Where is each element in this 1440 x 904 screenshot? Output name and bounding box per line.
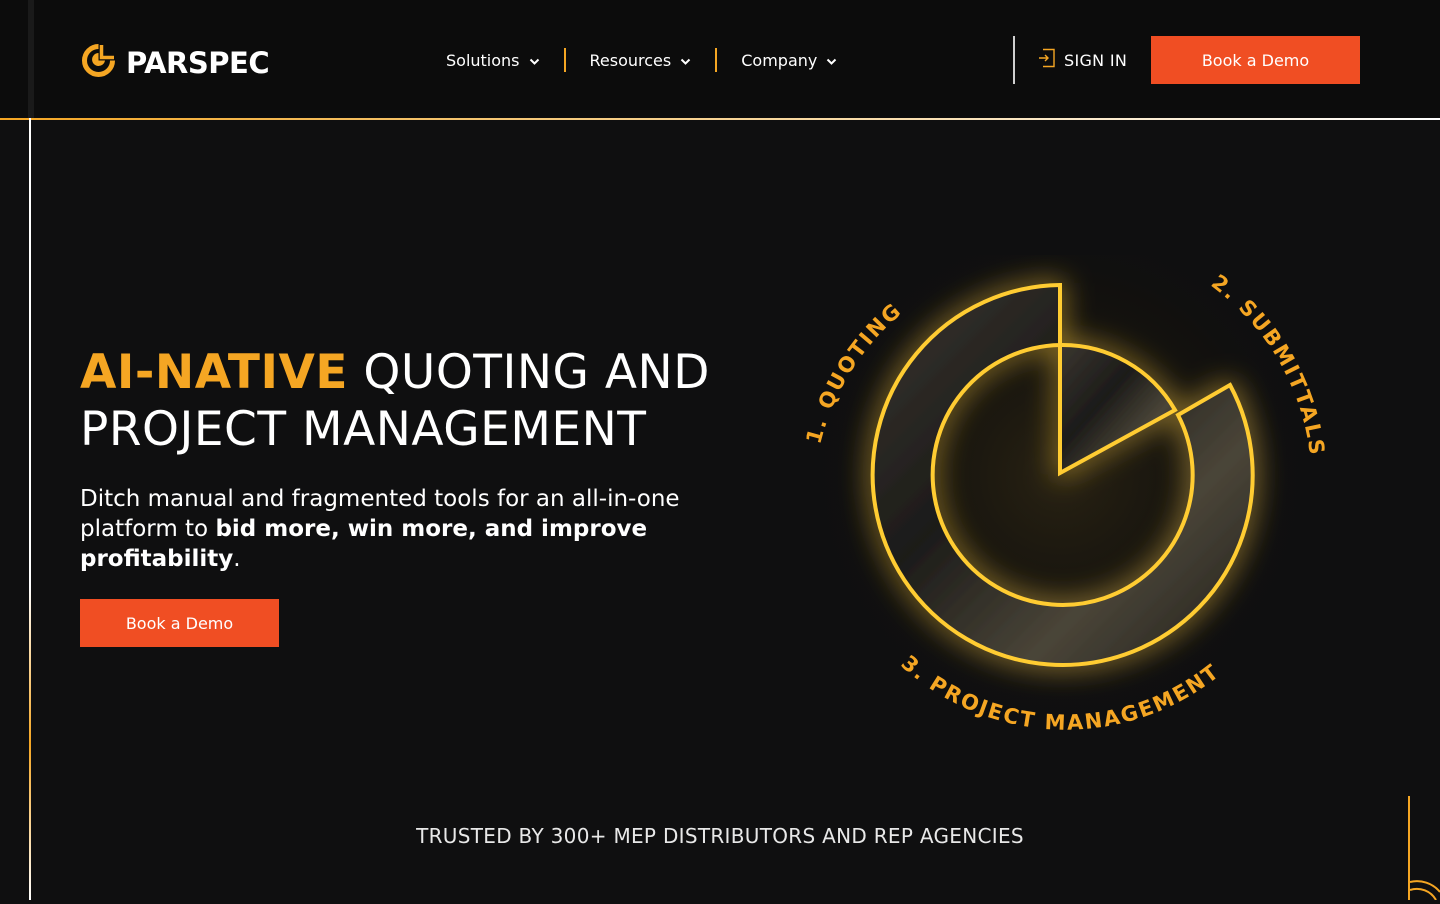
sign-in-link[interactable]: SIGN IN	[1038, 48, 1127, 72]
chevron-down-icon	[826, 51, 837, 70]
nav-label: Resources	[589, 50, 672, 70]
nav-separator	[563, 48, 566, 72]
trusted-by-text: TRUSTED BY 300+ MEP DISTRIBUTORS AND REP…	[416, 824, 1024, 848]
chevron-down-icon	[529, 51, 540, 70]
decorative-arc	[1408, 878, 1440, 901]
logo[interactable]: PARSPEC	[80, 42, 270, 83]
parspec-logo-icon	[80, 42, 117, 83]
workflow-graphic: 1. QUOTING 2. SUBMITTALS 3. PROJECT MANA…	[790, 215, 1350, 755]
subtitle-end: .	[233, 546, 241, 572]
sign-in-icon	[1038, 48, 1056, 72]
decorative-left-rail	[29, 118, 31, 900]
main-nav: Solutions Resources Company	[446, 48, 837, 72]
nav-item-company[interactable]: Company	[741, 51, 837, 70]
nav-item-solutions[interactable]: Solutions	[446, 51, 540, 70]
headline-accent: AI-NATIVE	[80, 345, 348, 400]
chevron-down-icon	[680, 51, 691, 70]
nav-label: Solutions	[446, 50, 520, 70]
header-divider	[0, 118, 1440, 120]
nav-label: Company	[741, 50, 818, 70]
hero-subtitle: Ditch manual and fragmented tools for an…	[80, 484, 690, 574]
decorative-rail-top	[28, 0, 34, 118]
sign-in-label: SIGN IN	[1064, 50, 1128, 70]
nav-item-resources[interactable]: Resources	[590, 51, 692, 70]
hero-book-demo-button[interactable]: Book a Demo	[80, 599, 279, 647]
hero-headline: AI-NATIVE QUOTING AND PROJECT MANAGEMENT	[80, 344, 760, 458]
nav-separator	[715, 48, 718, 72]
header-book-demo-button[interactable]: Book a Demo	[1151, 36, 1360, 84]
header-vertical-divider	[1013, 36, 1015, 84]
logo-text: PARSPEC	[126, 45, 270, 80]
